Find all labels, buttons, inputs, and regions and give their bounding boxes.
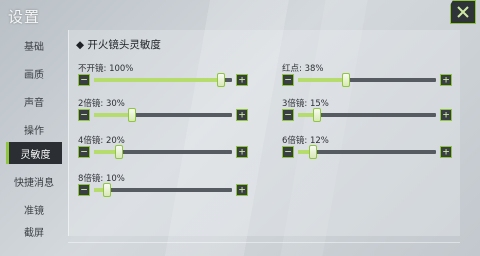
slider-thumb[interactable] xyxy=(309,145,318,159)
sidebar-item-label: 灵敏度 xyxy=(20,149,51,161)
slider-track[interactable] xyxy=(298,145,436,159)
slider-track[interactable] xyxy=(94,108,232,122)
sidebar-item-label: 准镜 xyxy=(24,205,44,217)
decrease-button[interactable]: − xyxy=(78,74,90,86)
sidebar-item-controls[interactable]: 操作 xyxy=(6,118,62,140)
decrease-button[interactable]: − xyxy=(78,184,90,196)
decrease-button[interactable]: − xyxy=(282,109,294,121)
slider-fill xyxy=(94,113,133,117)
slider-track[interactable] xyxy=(298,108,436,122)
slider-fill xyxy=(94,78,221,82)
decrease-button[interactable]: − xyxy=(78,109,90,121)
slider-track[interactable] xyxy=(94,183,232,197)
close-icon xyxy=(457,6,469,18)
increase-button[interactable]: + xyxy=(440,146,452,158)
slider-no-scope: 不开镜: 100% − + xyxy=(78,62,248,98)
sidebar-item-label: 基础 xyxy=(24,41,44,53)
slider-3x-scope: 3倍镜: 15% − + xyxy=(282,97,452,133)
sidebar-item-label: 画质 xyxy=(24,69,44,81)
sidebar: 基础 画质 声音 操作 灵敏度 快捷消息 准镜 截屏 xyxy=(0,30,66,256)
slider-8x-scope: 8倍镜: 10% − + xyxy=(78,172,248,208)
sidebar-item-label: 截屏 xyxy=(24,228,44,238)
sidebar-item-crosshair[interactable]: 准镜 xyxy=(6,198,62,220)
page-title: 设置 xyxy=(8,8,41,26)
slider-thumb[interactable] xyxy=(313,108,322,122)
decrease-button[interactable]: − xyxy=(78,146,90,158)
panel-divider xyxy=(68,242,460,256)
sidebar-item-quick-messages[interactable]: 快捷消息 xyxy=(6,170,62,192)
increase-button[interactable]: + xyxy=(236,109,248,121)
sidebar-item-sound[interactable]: 声音 xyxy=(6,90,62,112)
slider-4x-scope: 4倍镜: 20% − + xyxy=(78,134,248,170)
increase-button[interactable]: + xyxy=(440,109,452,121)
sidebar-item-graphics[interactable]: 画质 xyxy=(6,62,62,84)
decrease-button[interactable]: − xyxy=(282,74,294,86)
increase-button[interactable]: + xyxy=(236,74,248,86)
sidebar-item-label: 声音 xyxy=(24,97,44,109)
sidebar-item-screenshot[interactable]: 截屏 xyxy=(6,224,62,238)
increase-button[interactable]: + xyxy=(236,184,248,196)
slider-thumb[interactable] xyxy=(216,73,225,87)
close-button[interactable] xyxy=(450,0,476,24)
slider-thumb[interactable] xyxy=(102,183,111,197)
slider-track[interactable] xyxy=(298,73,436,87)
slider-6x-scope: 6倍镜: 12% − + xyxy=(282,134,452,170)
increase-button[interactable]: + xyxy=(236,146,248,158)
sidebar-item-basic[interactable]: 基础 xyxy=(6,34,62,56)
increase-button[interactable]: + xyxy=(440,74,452,86)
slider-fill xyxy=(298,78,347,82)
sidebar-item-sensitivity[interactable]: 灵敏度 xyxy=(6,142,62,164)
slider-2x-scope: 2倍镜: 30% − + xyxy=(78,97,248,133)
slider-track[interactable] xyxy=(94,73,232,87)
decrease-button[interactable]: − xyxy=(282,146,294,158)
slider-thumb[interactable] xyxy=(128,108,137,122)
slider-thumb[interactable] xyxy=(115,145,124,159)
slider-track[interactable] xyxy=(94,145,232,159)
sidebar-item-label: 快捷消息 xyxy=(14,177,54,189)
section-title: ◆ 开火镜头灵敏度 xyxy=(76,39,161,51)
slider-red-dot: 红点: 38% − + xyxy=(282,62,452,98)
sidebar-item-label: 操作 xyxy=(24,125,44,137)
slider-thumb[interactable] xyxy=(342,73,351,87)
